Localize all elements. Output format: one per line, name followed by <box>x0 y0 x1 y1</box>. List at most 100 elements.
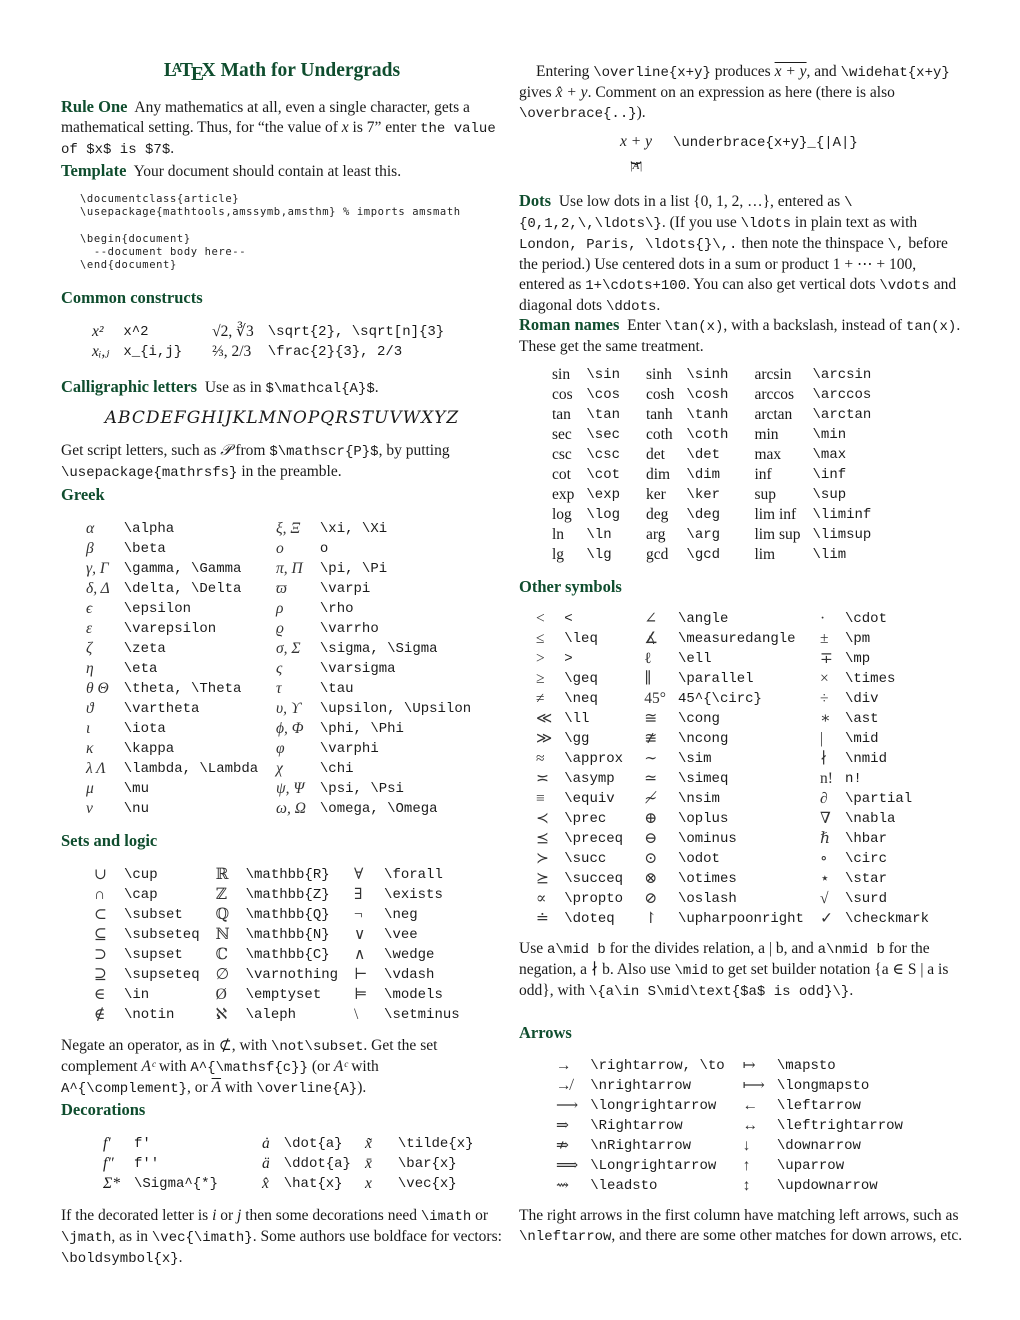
greek-table-left: α \alpha β \beta γ, Γ \gamma, \Gamma δ, Δ \delt… <box>86 519 258 819</box>
function-code: \min <box>812 427 847 443</box>
overline-text-4: gives <box>519 84 556 101</box>
set-code: \mathbb{Z} <box>245 887 330 903</box>
greek-code: \delta, \Delta <box>123 581 242 597</box>
other-symbol: ℏ <box>819 830 830 847</box>
decoration-row: f″ f'' ä \ddot{a} x̄ \bar{x} <box>103 1154 474 1174</box>
greek-code: \omega, \Omega <box>319 801 438 817</box>
set-symbol: ∃ <box>354 886 363 903</box>
decoration-code: \ddot{a} <box>283 1156 351 1172</box>
greek-symbol: δ, Δ <box>86 580 110 597</box>
greek-row: oo <box>276 539 471 559</box>
greek-symbol: α <box>86 520 95 537</box>
function-code: \inf <box>812 467 847 483</box>
negate-text-4: with <box>155 1058 191 1075</box>
set-symbol: Ø <box>215 986 227 1003</box>
function-name: coth <box>646 426 673 443</box>
deco-text-5: , as in <box>111 1228 152 1245</box>
function-code: \max <box>812 447 847 463</box>
other-code: \cong <box>677 711 720 727</box>
other-symbol-row: ≡ \equiv ≁ \nsim ∂ \partial <box>536 789 929 809</box>
other-code: \equiv <box>564 791 615 807</box>
mid-text: for the divides relation, a | b, and <box>605 940 818 957</box>
sets-heading: Sets and logic <box>61 831 158 850</box>
decoration-code: \bar{x} <box>397 1156 457 1172</box>
arrow-code: \longmapsto <box>776 1078 870 1094</box>
title-text: Math for Undergrads <box>215 60 401 81</box>
other-symbol: ∗ <box>819 710 831 727</box>
other-code: \mid <box>844 731 879 747</box>
other-symbol: ∠ <box>644 610 658 627</box>
decoration-symbol: f′ <box>103 1135 111 1152</box>
set-code: \mathbb{R} <box>245 867 330 883</box>
other-code: \oslash <box>677 891 737 907</box>
other-symbol: · <box>819 610 826 627</box>
function-name: arcsin <box>754 366 792 383</box>
other-symbol: ⊘ <box>644 890 658 907</box>
function-code: \dim <box>686 467 721 483</box>
decoration-row: Σ* \Sigma^{*} x̂ \hat{x} x⃗ \vec{x} <box>103 1174 474 1194</box>
other-code: < <box>564 611 573 627</box>
deco-text-3: then some decorations need <box>241 1207 421 1224</box>
construct-row: xᵢ,ⱼ x_{i,j} ⅔, 2/3 \frac{2}{3}, 2/3 <box>92 342 444 362</box>
greek-code: \mu <box>123 781 149 797</box>
other-symbol: ∼ <box>644 750 658 767</box>
mid-text: . <box>849 982 854 999</box>
other-symbol-row: ≪ \ll ≅ \cong ∗ \ast <box>536 709 929 729</box>
other-code: \neq <box>564 691 598 707</box>
other-code: \ominus <box>677 831 737 847</box>
decoration-symbol: f″ <box>103 1155 114 1172</box>
function-code: \coth <box>686 427 729 443</box>
other-symbol: × <box>819 670 829 687</box>
arrow-code: \mapsto <box>776 1058 836 1074</box>
set-row: ∈ \in Ø \emptyset ⊨ \models <box>94 985 460 1005</box>
other-symbol: ≐ <box>536 910 549 927</box>
set-symbol: ∪ <box>94 866 107 883</box>
roman-heading: Roman names <box>519 315 620 334</box>
other-code: \nsim <box>677 791 720 807</box>
set-code: \emptyset <box>245 987 322 1003</box>
greek-table-right: ξ, Ξ \xi, \Xi o o π, Π \pi, \Pi ϖ \varpi ρ \rho ϱ \… <box>276 519 471 819</box>
function-code: \csc <box>586 447 620 463</box>
greek-code: \psi, \Psi <box>319 781 404 797</box>
other-code: \pm <box>844 631 871 647</box>
other-code: \parallel <box>677 671 754 687</box>
set-symbol: ∅ <box>215 966 230 983</box>
complement-code-2: A^{\complement} <box>61 1081 188 1097</box>
set-code: \vdash <box>384 967 435 983</box>
greek-symbol: ι <box>86 720 91 737</box>
dots-code: \, <box>887 237 905 253</box>
function-name: sec <box>552 426 572 443</box>
other-symbols-heading: Other symbols <box>519 577 622 596</box>
set-symbol: ∈ <box>94 986 106 1003</box>
other-symbols-table: < < ∠ \angle · \cdot ≤ \leq ∡ \measuredangle ± \pm >… <box>536 609 929 929</box>
greek-row: μ \mu <box>86 779 258 799</box>
arrow-symbol: ⇏ <box>556 1137 569 1154</box>
greek-symbol: ϵ <box>86 600 93 617</box>
function-name: arg <box>646 526 666 543</box>
script-text-4: in the preamble. <box>237 463 342 480</box>
arrow-symbol: → <box>556 1057 572 1074</box>
set-code: \vee <box>384 927 418 943</box>
set-row: ∩ \cap ℤ \mathbb{Z} ∃ \exists <box>94 885 460 905</box>
arrow-symbol: ↛ <box>556 1077 572 1094</box>
function-name: exp <box>552 486 575 503</box>
greek-row: ς \varsigma <box>276 659 471 679</box>
greek-row: ι \iota <box>86 719 258 739</box>
other-symbol: ✓ <box>819 910 833 927</box>
other-code: \ll <box>564 711 590 727</box>
template-section: Template Your document should contain at… <box>61 161 503 182</box>
construct-row: x² x^2 √2, ∛3 \sqrt{2}, \sqrt[n]{3} <box>92 322 444 342</box>
set-code: \subseteq <box>124 927 200 943</box>
set-code: \notin <box>124 1007 175 1023</box>
sets-section: Sets and logic <box>61 831 503 852</box>
negate-text-5: (or <box>307 1058 334 1075</box>
function-code: \cot <box>586 467 620 483</box>
set-symbol: ∩ <box>94 886 106 903</box>
calligraphic-alphabet: ABCDEFGHIJKLMNOPQRSTUVWXYZ <box>104 408 460 428</box>
function-code: \lg <box>586 547 612 563</box>
other-code: \ast <box>844 711 879 727</box>
overline-text: Entering <box>536 63 594 80</box>
greek-row: α \alpha <box>86 519 258 539</box>
greek-code: \iota <box>123 721 166 737</box>
widehat-code: \widehat{x+y} <box>840 65 950 81</box>
